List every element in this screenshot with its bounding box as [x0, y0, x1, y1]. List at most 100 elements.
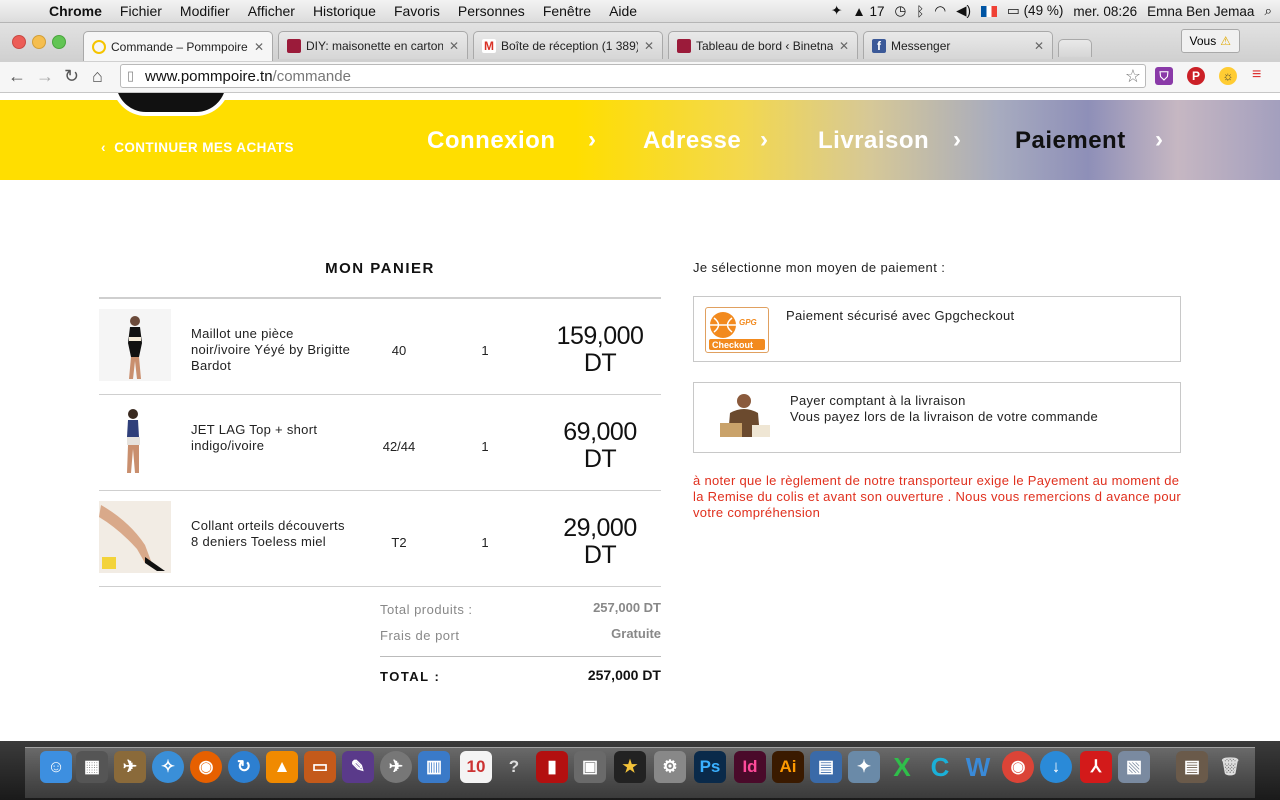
close-tab-icon[interactable]: ✕	[254, 40, 264, 54]
dropbox-icon[interactable]: ✦	[831, 3, 842, 19]
cod-title: Payer comptant à la livraison	[790, 393, 966, 408]
illustrator-icon[interactable]: Ai	[772, 751, 804, 783]
continue-shopping-link[interactable]: ‹ CONTINUER MES ACHATS	[101, 140, 294, 155]
c-app-icon[interactable]: C	[924, 751, 956, 783]
back-arrow-icon[interactable]: ←	[8, 66, 26, 87]
pinterest-icon[interactable]: P	[1187, 67, 1205, 85]
trash-icon[interactable]: 🗑	[1214, 751, 1246, 783]
step-paiement[interactable]: Paiement	[1015, 127, 1126, 155]
payment-option-cash-on-delivery[interactable]: Payer comptant à la livraison Vous payez…	[693, 382, 1181, 453]
firefox-icon[interactable]: ◉	[190, 751, 222, 783]
preview-icon[interactable]: ▧	[1118, 751, 1150, 783]
photoshop-icon[interactable]: Ps	[694, 751, 726, 783]
indesign-icon[interactable]: Id	[734, 751, 766, 783]
reload-icon[interactable]: ↻	[64, 66, 79, 87]
menu-favoris[interactable]: Favoris	[385, 3, 449, 19]
close-tab-icon[interactable]: ✕	[449, 39, 459, 53]
payment-method-title: Je sélectionne mon moyen de paiement :	[693, 260, 946, 275]
new-tab-button[interactable]	[1058, 39, 1092, 57]
calendar-icon[interactable]: 10	[460, 751, 492, 783]
step-livraison[interactable]: Livraison	[818, 127, 929, 155]
close-tab-icon[interactable]: ✕	[839, 39, 849, 53]
adobe-icon[interactable]: ▲ 17	[852, 4, 884, 19]
address-bar[interactable]: ▯ www.pommpoire.tn/commande ☆	[120, 64, 1146, 88]
tab-gmail[interactable]: M Boîte de réception (1 389) ✕	[473, 31, 663, 59]
bluetooth-icon[interactable]: ᛒ	[916, 4, 924, 19]
tab-messenger[interactable]: f Messenger ✕	[863, 31, 1053, 59]
tab-commande[interactable]: Commande – Pommpoire ✕	[83, 31, 273, 61]
menu-historique[interactable]: Historique	[304, 3, 385, 19]
product-image[interactable]	[99, 309, 171, 381]
price-currency: DT	[583, 349, 617, 377]
acrobat-icon[interactable]: ⅄	[1080, 751, 1112, 783]
photo-booth-icon[interactable]: ▮	[536, 751, 568, 783]
help-icon[interactable]: ?	[498, 751, 530, 783]
excel-icon[interactable]: X	[886, 751, 918, 783]
downloads-icon[interactable]: ↓	[1040, 751, 1072, 783]
step-connexion[interactable]: Connexion	[427, 127, 556, 155]
user-name[interactable]: Emna Ben Jemaa	[1147, 4, 1254, 19]
iphoto-icon[interactable]: ▣	[574, 751, 606, 783]
vlc-icon[interactable]: ▲	[266, 751, 298, 783]
imovie-icon[interactable]: ★	[614, 751, 646, 783]
battery-icon[interactable]: ▭ (49 %)	[1007, 3, 1063, 19]
menu-afficher[interactable]: Afficher	[239, 3, 304, 19]
charts-app-icon[interactable]: ▥	[418, 751, 450, 783]
chrome-icon[interactable]: ◉	[1002, 751, 1034, 783]
close-tab-icon[interactable]: ✕	[644, 39, 654, 53]
spotlight-search-icon[interactable]: ⌕	[1264, 3, 1272, 19]
archive-app-icon[interactable]: ▤	[810, 751, 842, 783]
menu-fichier[interactable]: Fichier	[111, 3, 171, 19]
product-image[interactable]	[99, 501, 171, 573]
menu-fenetre[interactable]: Fenêtre	[534, 3, 600, 19]
url-path: /commande	[272, 67, 351, 85]
menu-aide[interactable]: Aide	[600, 3, 646, 19]
documents-stack-icon[interactable]: ▤	[1176, 751, 1208, 783]
page-icon: ▯	[127, 68, 135, 83]
lightbulb-extension-icon[interactable]: ☼	[1219, 67, 1237, 85]
pencil-app-icon[interactable]: ✎	[342, 751, 374, 783]
safari-icon[interactable]: ✧	[152, 751, 184, 783]
flag-icon[interactable]	[981, 5, 998, 17]
product-name[interactable]: Collant orteils découverts 8 deniers Toe…	[191, 518, 351, 550]
profile-button[interactable]: Vous ⚠	[1180, 29, 1240, 53]
pommpoire-logo[interactable]	[112, 93, 230, 116]
menu-hamburger-icon[interactable]: ≡	[1252, 66, 1261, 84]
sync-app-icon[interactable]: ↻	[228, 751, 260, 783]
network-app-icon[interactable]: ✦	[848, 751, 880, 783]
product-image[interactable]	[99, 405, 171, 477]
product-name[interactable]: Maillot une pièce noir/ivoire Yéyé by Br…	[191, 326, 351, 374]
home-icon[interactable]: ⌂	[92, 66, 103, 87]
clock[interactable]: mer. 08:26	[1073, 4, 1137, 19]
bookmark-star-icon[interactable]: ☆	[1125, 66, 1141, 87]
step-adresse[interactable]: Adresse	[643, 127, 741, 155]
menu-app-name[interactable]: Chrome	[40, 3, 111, 19]
shipping-value: Gratuite	[611, 626, 661, 641]
minimize-window-icon[interactable]	[32, 35, 46, 49]
product-size: 40	[391, 343, 407, 358]
zoom-window-icon[interactable]	[52, 35, 66, 49]
finder-icon[interactable]: ☺	[40, 751, 72, 783]
cart-title: MON PANIER	[325, 260, 435, 277]
wifi-icon[interactable]: ◠	[934, 3, 946, 19]
eagle-app-icon[interactable]: ✈	[114, 751, 146, 783]
menu-personnes[interactable]: Personnes	[449, 3, 534, 19]
menu-modifier[interactable]: Modifier	[171, 3, 239, 19]
adobe-count: 17	[869, 3, 885, 19]
extension-shield-icon[interactable]: ⛉	[1155, 67, 1173, 85]
forward-arrow-icon[interactable]: →	[36, 66, 54, 87]
payment-option-gpgcheckout[interactable]: GPG Checkout Paiement sécurisé avec Gpgc…	[693, 296, 1181, 362]
tab-binetna[interactable]: Tableau de bord ‹ Binetna ✕	[668, 31, 858, 59]
launchpad-icon[interactable]: ✈	[380, 751, 412, 783]
close-window-icon[interactable]	[12, 35, 26, 49]
close-tab-icon[interactable]: ✕	[1034, 39, 1044, 53]
volume-icon[interactable]: ◀)	[956, 3, 971, 19]
time-machine-icon[interactable]: ◷	[894, 3, 906, 19]
tab-diy[interactable]: DIY: maisonette en carton ✕	[278, 31, 468, 59]
mission-control-icon[interactable]: ▦	[76, 751, 108, 783]
word-icon[interactable]: W	[962, 751, 994, 783]
system-preferences-icon[interactable]: ⚙	[654, 751, 686, 783]
product-name[interactable]: JET LAG Top + short indigo/ivoire	[191, 422, 351, 454]
grand-total-value: 257,000 DT	[587, 667, 661, 683]
keynote-icon[interactable]: ▭	[304, 751, 336, 783]
